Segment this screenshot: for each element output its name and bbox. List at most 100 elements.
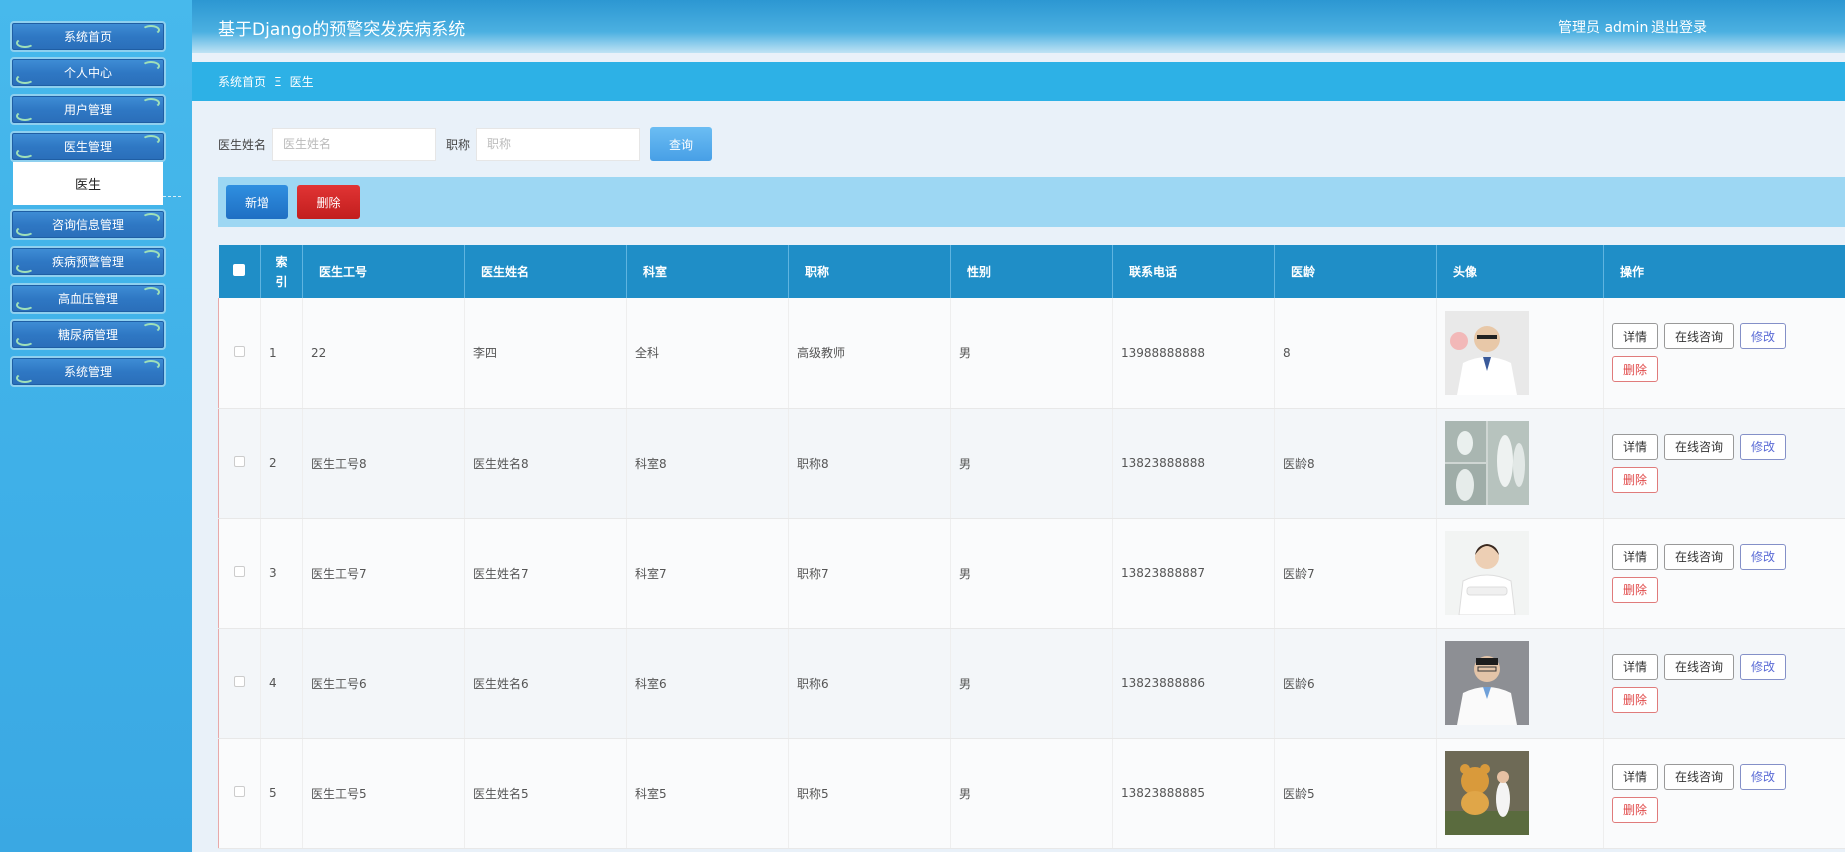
cell-doctor-id: 医生工号7 — [302, 518, 465, 629]
row-select-cell[interactable] — [218, 738, 261, 849]
cell-avatar — [1436, 628, 1604, 739]
menu-diabetes[interactable]: 糖尿病管理 — [10, 319, 166, 350]
menu-label: 高血压管理 — [57, 292, 118, 306]
row-checkbox[interactable] — [234, 456, 245, 467]
table-row: 2 医生工号8 医生姓名8 科室8 职称8 男 13823888888 医龄8 — [218, 408, 1845, 519]
cell-department: 科室5 — [626, 738, 789, 849]
add-button[interactable]: 新增 — [226, 185, 288, 219]
col-department: 科室 — [626, 245, 789, 298]
cell-index: 4 — [260, 628, 303, 739]
action-bar: 新增 删除 — [218, 177, 1845, 227]
row-checkbox[interactable] — [234, 676, 245, 687]
delete-button[interactable]: 删除 — [1612, 576, 1659, 603]
breadcrumb-current: 医生 — [289, 75, 314, 89]
menu-label: 系统管理 — [63, 365, 112, 379]
delete-button[interactable]: 删除 — [1612, 356, 1659, 383]
consult-button[interactable]: 在线咨询 — [1664, 543, 1735, 570]
delete-button[interactable]: 删除 — [1612, 686, 1659, 713]
col-doctor-id: 医生工号 — [302, 245, 465, 298]
detail-button[interactable]: 详情 — [1612, 543, 1659, 570]
cell-gender: 男 — [950, 298, 1113, 409]
edit-button[interactable]: 修改 — [1740, 763, 1787, 790]
cell-doctor-id: 医生工号8 — [302, 408, 465, 519]
menu-consult[interactable]: 咨询信息管理 — [10, 209, 166, 240]
ornament-icon — [142, 323, 160, 333]
cell-department: 科室7 — [626, 518, 789, 629]
cell-department: 科室8 — [626, 408, 789, 519]
edit-button[interactable]: 修改 — [1740, 323, 1787, 350]
cell-doctor-name: 医生姓名7 — [464, 518, 627, 629]
cell-gender: 男 — [950, 738, 1113, 849]
menu-warning[interactable]: 疾病预警管理 — [10, 246, 166, 277]
row-checkbox[interactable] — [234, 786, 245, 797]
menu-profile[interactable]: 个人中心 — [10, 57, 166, 88]
row-select-cell[interactable] — [218, 408, 261, 519]
table-row: 1 22 李四 全科 高级教师 男 13988888888 8 详情 在线咨询 … — [218, 298, 1845, 409]
cell-ops: 详情 在线咨询 修改 删除 — [1603, 738, 1845, 849]
consult-button[interactable]: 在线咨询 — [1664, 323, 1735, 350]
breadcrumb: 系统首页 Ξ 医生 — [192, 62, 1845, 101]
cell-gender: 男 — [950, 408, 1113, 519]
edit-button[interactable]: 修改 — [1740, 653, 1787, 680]
doctor-avatar-image — [1445, 421, 1529, 505]
row-select-cell[interactable] — [218, 628, 261, 739]
cell-age: 医龄8 — [1274, 408, 1437, 519]
select-all-checkbox[interactable] — [233, 264, 246, 276]
consult-button[interactable]: 在线咨询 — [1664, 653, 1735, 680]
batch-delete-button[interactable]: 删除 — [297, 185, 360, 219]
edit-button[interactable]: 修改 — [1740, 433, 1787, 460]
cell-phone: 13823888888 — [1112, 408, 1275, 519]
cell-phone: 13823888886 — [1112, 628, 1275, 739]
cell-gender: 男 — [950, 518, 1113, 629]
menu-doctors[interactable]: 医生管理 — [10, 131, 166, 162]
app-title: 基于Django的预警突发疾病系统 — [218, 20, 466, 40]
cell-age: 医龄7 — [1274, 518, 1437, 629]
cell-index: 1 — [260, 298, 303, 409]
menu-label: 咨询信息管理 — [51, 218, 124, 232]
ornament-icon — [16, 74, 34, 84]
detail-button[interactable]: 详情 — [1612, 433, 1659, 460]
menu-hypertension[interactable]: 高血压管理 — [10, 283, 166, 314]
col-ops: 操作 — [1603, 245, 1845, 298]
row-checkbox[interactable] — [234, 345, 245, 357]
detail-button[interactable]: 详情 — [1612, 653, 1659, 680]
menu-system[interactable]: 系统管理 — [10, 356, 166, 387]
menu-users[interactable]: 用户管理 — [10, 94, 166, 125]
menu-label: 疾病预警管理 — [51, 255, 124, 269]
ornament-icon — [16, 148, 34, 158]
select-all-header[interactable] — [218, 245, 261, 298]
breadcrumb-home[interactable]: 系统首页 — [218, 73, 266, 90]
col-index-label: 索 引 — [275, 254, 288, 289]
cell-title: 高级教师 — [788, 298, 951, 409]
logout-link[interactable]: 退出登录 — [1651, 17, 1707, 37]
edit-button[interactable]: 修改 — [1740, 543, 1787, 570]
title-label: 职称 — [446, 137, 471, 152]
consult-button[interactable]: 在线咨询 — [1664, 763, 1735, 790]
detail-button[interactable]: 详情 — [1612, 323, 1659, 350]
query-button[interactable]: 查询 — [650, 127, 713, 161]
row-checkbox[interactable] — [234, 566, 245, 577]
delete-button[interactable]: 删除 — [1612, 466, 1659, 493]
delete-button[interactable]: 删除 — [1612, 796, 1659, 823]
row-select-cell[interactable] — [218, 518, 261, 629]
submenu-doctor[interactable]: 医生 — [13, 162, 163, 205]
row-select-cell[interactable] — [218, 298, 261, 409]
ornament-icon — [16, 111, 34, 121]
cell-index: 3 — [260, 518, 303, 629]
menu-home[interactable]: 系统首页 — [10, 21, 166, 52]
doctor-avatar-image — [1445, 641, 1529, 725]
detail-button[interactable]: 详情 — [1612, 763, 1659, 790]
cell-phone: 13988888888 — [1112, 298, 1275, 409]
consult-button[interactable]: 在线咨询 — [1664, 433, 1735, 460]
top-header: 基于Django的预警突发疾病系统 管理员 admin 退出登录 — [192, 0, 1845, 53]
doctor-name-input[interactable] — [272, 127, 437, 161]
cell-department: 全科 — [626, 298, 789, 409]
menu-label: 系统首页 — [63, 30, 112, 44]
ornament-icon — [16, 373, 34, 383]
title-input[interactable] — [476, 127, 641, 161]
col-gender: 性别 — [950, 245, 1113, 298]
menu-label: 糖尿病管理 — [57, 328, 118, 342]
cell-avatar — [1436, 738, 1604, 849]
cell-department: 科室6 — [626, 628, 789, 739]
cell-avatar — [1436, 518, 1604, 629]
